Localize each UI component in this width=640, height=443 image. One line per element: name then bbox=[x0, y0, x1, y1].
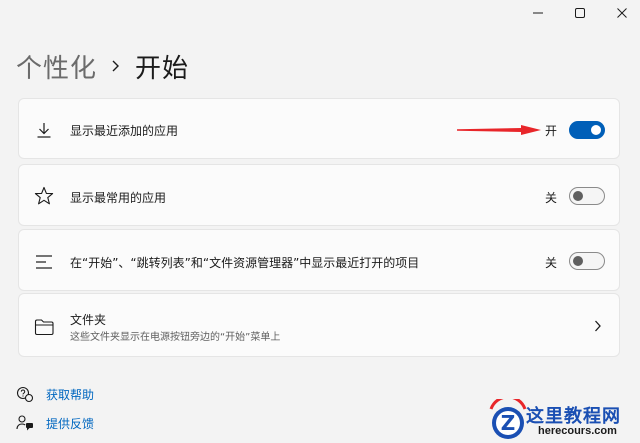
close-button[interactable] bbox=[600, 0, 640, 26]
download-icon bbox=[33, 119, 55, 141]
breadcrumb: 个性化 开始 bbox=[16, 46, 189, 86]
setting-card-recent-items: 在“开始”、“跳转列表”和“文件资源管理器”中显示最近打开的项目 关 bbox=[18, 229, 620, 291]
feedback-icon bbox=[16, 414, 34, 432]
toggle-knob bbox=[573, 191, 583, 201]
title-bar bbox=[0, 0, 640, 26]
setting-card-most-used: 显示最常用的应用 关 bbox=[18, 164, 620, 226]
chevron-right-icon bbox=[595, 320, 601, 332]
breadcrumb-separator-icon bbox=[111, 59, 121, 73]
get-help-link[interactable]: 获取帮助 bbox=[16, 384, 94, 404]
watermark-logo: Z 这里教程网 herecours.com bbox=[486, 399, 640, 443]
maximize-button[interactable] bbox=[558, 0, 602, 26]
watermark-z-icon: Z bbox=[489, 399, 527, 439]
annotation-arrow-icon bbox=[457, 125, 541, 135]
close-icon bbox=[617, 8, 627, 18]
toggle-knob bbox=[573, 256, 583, 266]
help-icon bbox=[16, 385, 34, 403]
toggle-state-label: 关 bbox=[545, 191, 558, 205]
most-used-toggle[interactable] bbox=[569, 187, 605, 205]
setting-label: 显示最近添加的应用 bbox=[70, 124, 179, 138]
setting-label: 显示最常用的应用 bbox=[70, 191, 167, 205]
breadcrumb-parent[interactable]: 个性化 bbox=[16, 48, 97, 85]
toggle-state-label: 开 bbox=[545, 124, 558, 138]
list-icon bbox=[33, 251, 55, 273]
folder-icon bbox=[33, 316, 55, 338]
toggle-state-label: 关 bbox=[545, 256, 558, 270]
setting-card-folders[interactable]: 文件夹 这些文件夹显示在电源按钮旁边的“开始”菜单上 bbox=[18, 293, 620, 357]
minimize-icon bbox=[533, 12, 543, 14]
recent-items-toggle[interactable] bbox=[569, 252, 605, 270]
maximize-icon bbox=[575, 8, 585, 18]
recent-added-toggle[interactable] bbox=[569, 121, 605, 139]
folders-title: 文件夹 bbox=[70, 313, 107, 327]
give-feedback-link[interactable]: 提供反馈 bbox=[16, 413, 94, 433]
give-feedback-label: 提供反馈 bbox=[46, 416, 95, 431]
folders-subtitle: 这些文件夹显示在电源按钮旁边的“开始”菜单上 bbox=[70, 332, 281, 343]
star-icon bbox=[33, 185, 55, 207]
svg-text:Z: Z bbox=[501, 411, 516, 435]
watermark-url: herecours.com bbox=[538, 425, 617, 437]
setting-label: 在“开始”、“跳转列表”和“文件资源管理器”中显示最近打开的项目 bbox=[70, 256, 420, 270]
minimize-button[interactable] bbox=[516, 0, 560, 26]
get-help-label: 获取帮助 bbox=[46, 387, 95, 402]
page-title: 开始 bbox=[135, 53, 190, 84]
toggle-knob bbox=[591, 125, 601, 135]
